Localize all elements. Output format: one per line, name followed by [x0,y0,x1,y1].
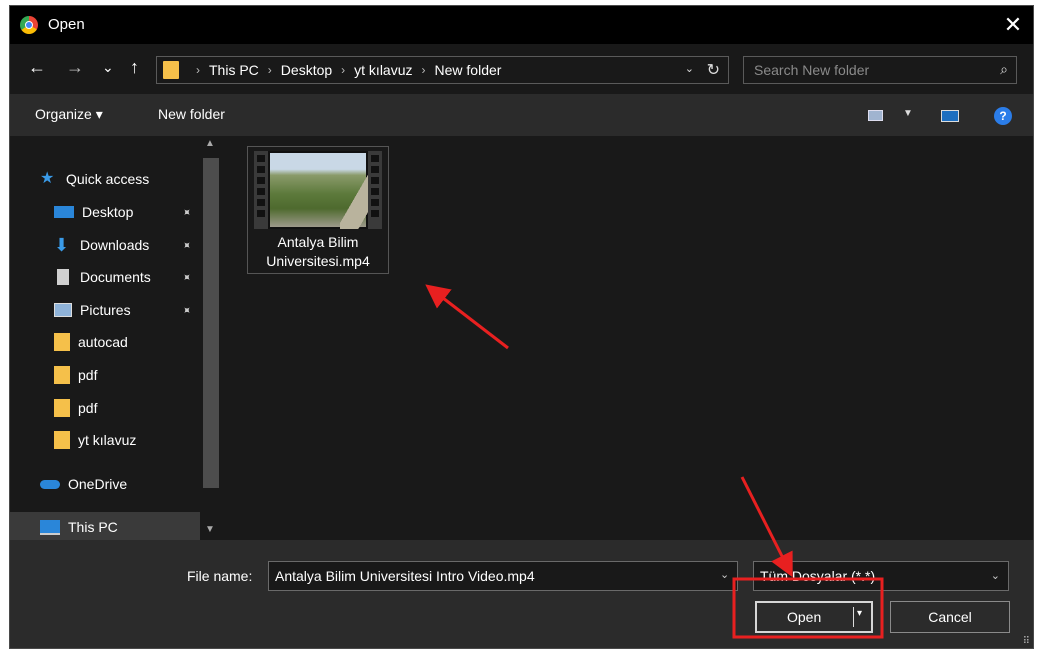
file-name-input[interactable] [268,561,738,591]
sidebar-item-label: pdf [78,400,98,416]
view-options-chevron-icon[interactable]: ▼ [903,108,913,119]
breadcrumb-item-desktop[interactable]: Desktop [281,62,332,78]
sidebar-item-label: Documents [80,269,151,285]
video-thumbnail [254,151,382,229]
breadcrumb-item-this-pc[interactable]: This PC [209,62,259,78]
file-name-label: Antalya Bilim Universitesi.mp4 [248,233,388,271]
video-preview-image [270,153,380,229]
split-divider [853,607,854,627]
sidebar-item-label: This PC [68,519,118,535]
breadcrumb-separator: › [196,63,200,77]
preview-pane-icon[interactable] [941,110,959,122]
folder-icon [54,431,70,449]
dialog-title: Open [48,16,85,33]
search-placeholder: Search New folder [754,62,870,78]
sidebar-item-pdf[interactable]: pdf [54,360,225,390]
download-icon: ⬇ [54,235,70,255]
back-arrow-icon[interactable]: ← [28,56,46,78]
file-name-field-label: File name: [187,568,253,584]
sidebar-item-onedrive[interactable]: OneDrive [40,469,225,499]
sidebar-item-label: pdf [78,367,98,383]
sidebar-item-label: OneDrive [68,476,128,492]
breadcrumb-separator: › [421,63,426,77]
open-button[interactable]: Open ▾ [755,601,873,633]
breadcrumb: › This PC › Desktop › yt kılavuz › New f… [187,62,501,78]
resize-grip-icon[interactable]: ⠿ [1023,636,1030,647]
sidebar-item-label: Quick access [66,171,150,187]
forward-arrow-icon[interactable]: → [66,56,84,78]
sidebar-item-label: autocad [78,334,128,350]
recent-locations-chevron-icon[interactable]: ⌄ [102,56,114,78]
desktop-icon [54,206,74,218]
breadcrumb-item-yt-kilavuz[interactable]: yt kılavuz [354,62,412,78]
search-input[interactable]: Search New folder ⌕ [743,56,1017,84]
file-list-view[interactable]: Antalya Bilim Universitesi.mp4 [225,136,1033,540]
scroll-down-icon[interactable]: ▼ [205,524,215,535]
navigation-scrollbar[interactable]: ▲ ▼ [201,136,221,540]
refresh-icon[interactable]: ↻ [707,60,720,80]
breadcrumb-item-new-folder[interactable]: New folder [435,62,502,78]
document-icon [57,269,69,285]
file-name-chevron-icon[interactable]: ⌄ [720,568,729,581]
close-button[interactable]: ✕ [993,6,1033,44]
folder-icon [54,333,70,351]
address-bar[interactable]: › This PC › Desktop › yt kılavuz › New f… [156,56,729,84]
cloud-icon [40,479,60,489]
file-type-select[interactable]: Tüm Dosyalar (*.*) ⌄ [753,561,1009,591]
folder-icon [163,61,179,79]
folder-icon [54,366,70,384]
sidebar-item-yt-kilavuz[interactable]: yt kılavuz [54,425,225,455]
command-toolbar: Organize ▾ New folder ▼ ? [10,94,1033,136]
address-history-chevron-icon[interactable]: ⌄ [685,62,694,75]
star-icon: ★ [40,170,55,187]
up-arrow-icon[interactable]: ↑ [130,56,139,78]
breadcrumb-separator: › [341,63,346,77]
navigation-bar: ← → ⌄ ↑ › This PC › Desktop › yt kılavuz… [10,44,1033,94]
filmstrip-icon [254,151,268,229]
scroll-up-icon[interactable]: ▲ [205,138,215,149]
file-type-value: Tüm Dosyalar (*.*) [760,568,876,584]
file-item[interactable]: Antalya Bilim Universitesi.mp4 [247,146,389,274]
cancel-button[interactable]: Cancel [890,601,1010,633]
search-icon: ⌕ [1000,61,1008,77]
computer-icon [40,519,60,535]
folder-icon [54,399,70,417]
open-file-dialog: Open ✕ ← → ⌄ ↑ › This PC › Desktop › yt … [9,5,1034,649]
new-folder-button[interactable]: New folder [158,106,225,122]
sidebar-item-downloads[interactable]: ⬇ Downloads [54,230,225,260]
sidebar-item-pictures[interactable]: Pictures [54,295,225,325]
filmstrip-icon [368,151,382,229]
sidebar-item-label: Downloads [80,237,150,253]
title-bar: Open ✕ [10,6,1033,44]
file-selection-panel: File name: ⌄ Tüm Dosyalar (*.*) ⌄ Open ▾… [10,540,1033,648]
organize-menu-button[interactable]: Organize ▾ [35,106,103,123]
sidebar-item-this-pc[interactable]: This PC [10,512,200,540]
file-name-line: Universitesi.mp4 [266,253,370,269]
sidebar-item-pdf[interactable]: pdf [54,393,225,423]
sidebar-item-quick-access[interactable]: ★ Quick access [40,164,225,194]
sidebar-item-documents[interactable]: Documents [54,262,225,292]
scrollbar-thumb[interactable] [203,158,219,488]
sidebar-item-label: Desktop [82,204,134,220]
sidebar-item-desktop[interactable]: Desktop [54,197,225,227]
navigation-pane: ★ Quick access Desktop ⬇ Downloads Docum… [10,136,225,540]
open-options-chevron-icon[interactable]: ▾ [857,608,862,619]
sidebar-item-label: Pictures [80,302,131,318]
file-name-line: Antalya Bilim [277,234,359,250]
chrome-logo-icon [20,16,38,34]
change-view-icon[interactable] [868,110,883,121]
help-icon[interactable]: ? [994,107,1012,125]
open-button-label: Open [787,609,822,625]
picture-icon [54,303,72,317]
breadcrumb-separator: › [267,63,272,77]
file-type-chevron-icon: ⌄ [990,570,1000,582]
sidebar-item-autocad[interactable]: autocad [54,327,225,357]
sidebar-item-label: yt kılavuz [78,432,137,448]
